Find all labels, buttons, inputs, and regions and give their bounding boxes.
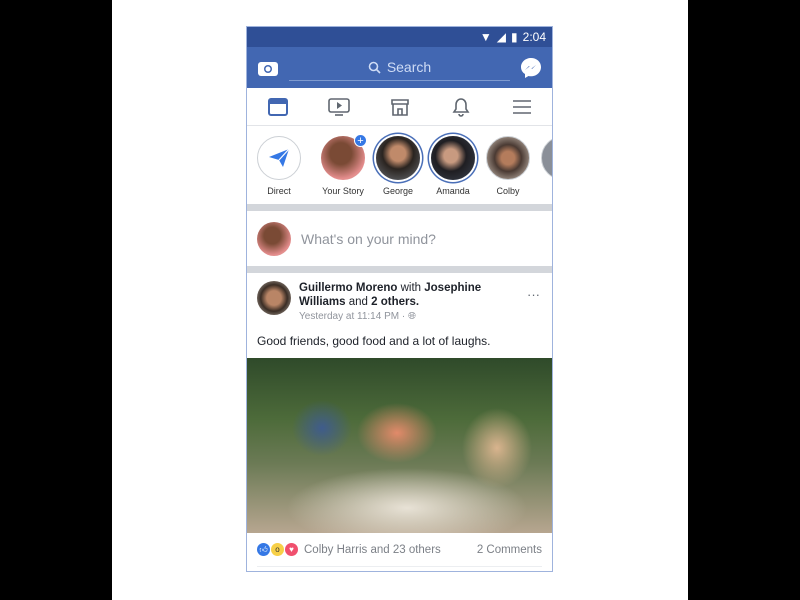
and-text: and bbox=[348, 296, 368, 308]
story-direct[interactable]: Direct bbox=[256, 136, 302, 196]
love-reaction-icon: ♥ bbox=[285, 543, 298, 556]
more-options-icon[interactable]: ··· bbox=[527, 287, 540, 302]
story-label: Amanda bbox=[436, 186, 470, 196]
story-colby[interactable]: Colby bbox=[485, 136, 531, 196]
wifi-icon: ▼ bbox=[479, 30, 492, 44]
story-label: Colby bbox=[496, 186, 520, 196]
like-reaction-icon: 👍︎ bbox=[257, 543, 270, 556]
top-bar: Search bbox=[247, 47, 552, 88]
avatar bbox=[541, 136, 552, 180]
post-text: Good friends, good food and a lot of lau… bbox=[257, 334, 491, 348]
divider bbox=[257, 566, 542, 567]
with-text: with bbox=[400, 282, 422, 294]
story-amanda[interactable]: Amanda bbox=[430, 136, 476, 196]
post-time[interactable]: Yesterday at 11:14 PM · bbox=[299, 311, 408, 322]
story-george[interactable]: George bbox=[375, 136, 421, 196]
battery-icon: ▮ bbox=[511, 30, 518, 44]
messenger-icon[interactable] bbox=[520, 57, 542, 79]
search-placeholder: Search bbox=[386, 59, 432, 75]
composer[interactable]: What's on your mind? bbox=[247, 211, 552, 266]
composer-input[interactable]: What's on your mind? bbox=[301, 231, 436, 247]
camera-icon[interactable] bbox=[257, 59, 279, 77]
reactions-summary[interactable]: Colby Harris and 23 others bbox=[304, 544, 477, 556]
news-feed-icon[interactable] bbox=[266, 96, 290, 118]
avatar: + bbox=[321, 134, 367, 180]
story-your-story[interactable]: + Your Story bbox=[320, 134, 367, 196]
comments-count[interactable]: 2 Comments bbox=[477, 544, 542, 556]
post: Guillermo Moreno with Josephine Williams … bbox=[247, 273, 552, 567]
marketplace-icon[interactable] bbox=[388, 96, 412, 118]
others-link[interactable]: 2 others. bbox=[371, 296, 419, 308]
avatar bbox=[257, 221, 291, 256]
story-label: Direct bbox=[267, 186, 291, 196]
menu-icon[interactable] bbox=[510, 96, 534, 118]
tagged-name[interactable]: Josephine bbox=[424, 282, 481, 294]
search-icon bbox=[368, 61, 381, 74]
tagged-name-2[interactable]: Williams bbox=[299, 296, 346, 308]
author-avatar[interactable] bbox=[257, 281, 291, 315]
phone-screen: ▼ ◢ ▮ 2:04 Search Direct + Your Story Geo… bbox=[246, 26, 553, 572]
signal-icon: ◢ bbox=[496, 30, 507, 44]
story-label: George bbox=[382, 186, 414, 196]
story-label: Your Story bbox=[322, 186, 364, 196]
avatar bbox=[486, 136, 530, 180]
author-name[interactable]: Guillermo Moreno bbox=[299, 282, 397, 294]
stories-row: Direct + Your Story George Amanda Colby A bbox=[247, 126, 552, 204]
avatar bbox=[376, 136, 420, 180]
story-partial[interactable]: A bbox=[540, 136, 552, 196]
watch-icon[interactable] bbox=[327, 96, 351, 118]
wow-reaction-icon: o bbox=[271, 543, 284, 556]
avatar bbox=[431, 136, 475, 180]
separator bbox=[247, 266, 552, 273]
globe-icon: 🌐︎ bbox=[407, 311, 416, 322]
tab-bar bbox=[247, 88, 552, 126]
add-icon[interactable]: + bbox=[354, 134, 367, 147]
clock: 2:04 bbox=[522, 30, 546, 44]
status-bar: ▼ ◢ ▮ 2:04 bbox=[247, 27, 552, 47]
notifications-icon[interactable] bbox=[449, 96, 473, 118]
separator bbox=[247, 204, 552, 211]
post-photo[interactable] bbox=[247, 358, 552, 533]
search-input[interactable]: Search bbox=[289, 55, 510, 81]
direct-icon bbox=[257, 136, 301, 180]
